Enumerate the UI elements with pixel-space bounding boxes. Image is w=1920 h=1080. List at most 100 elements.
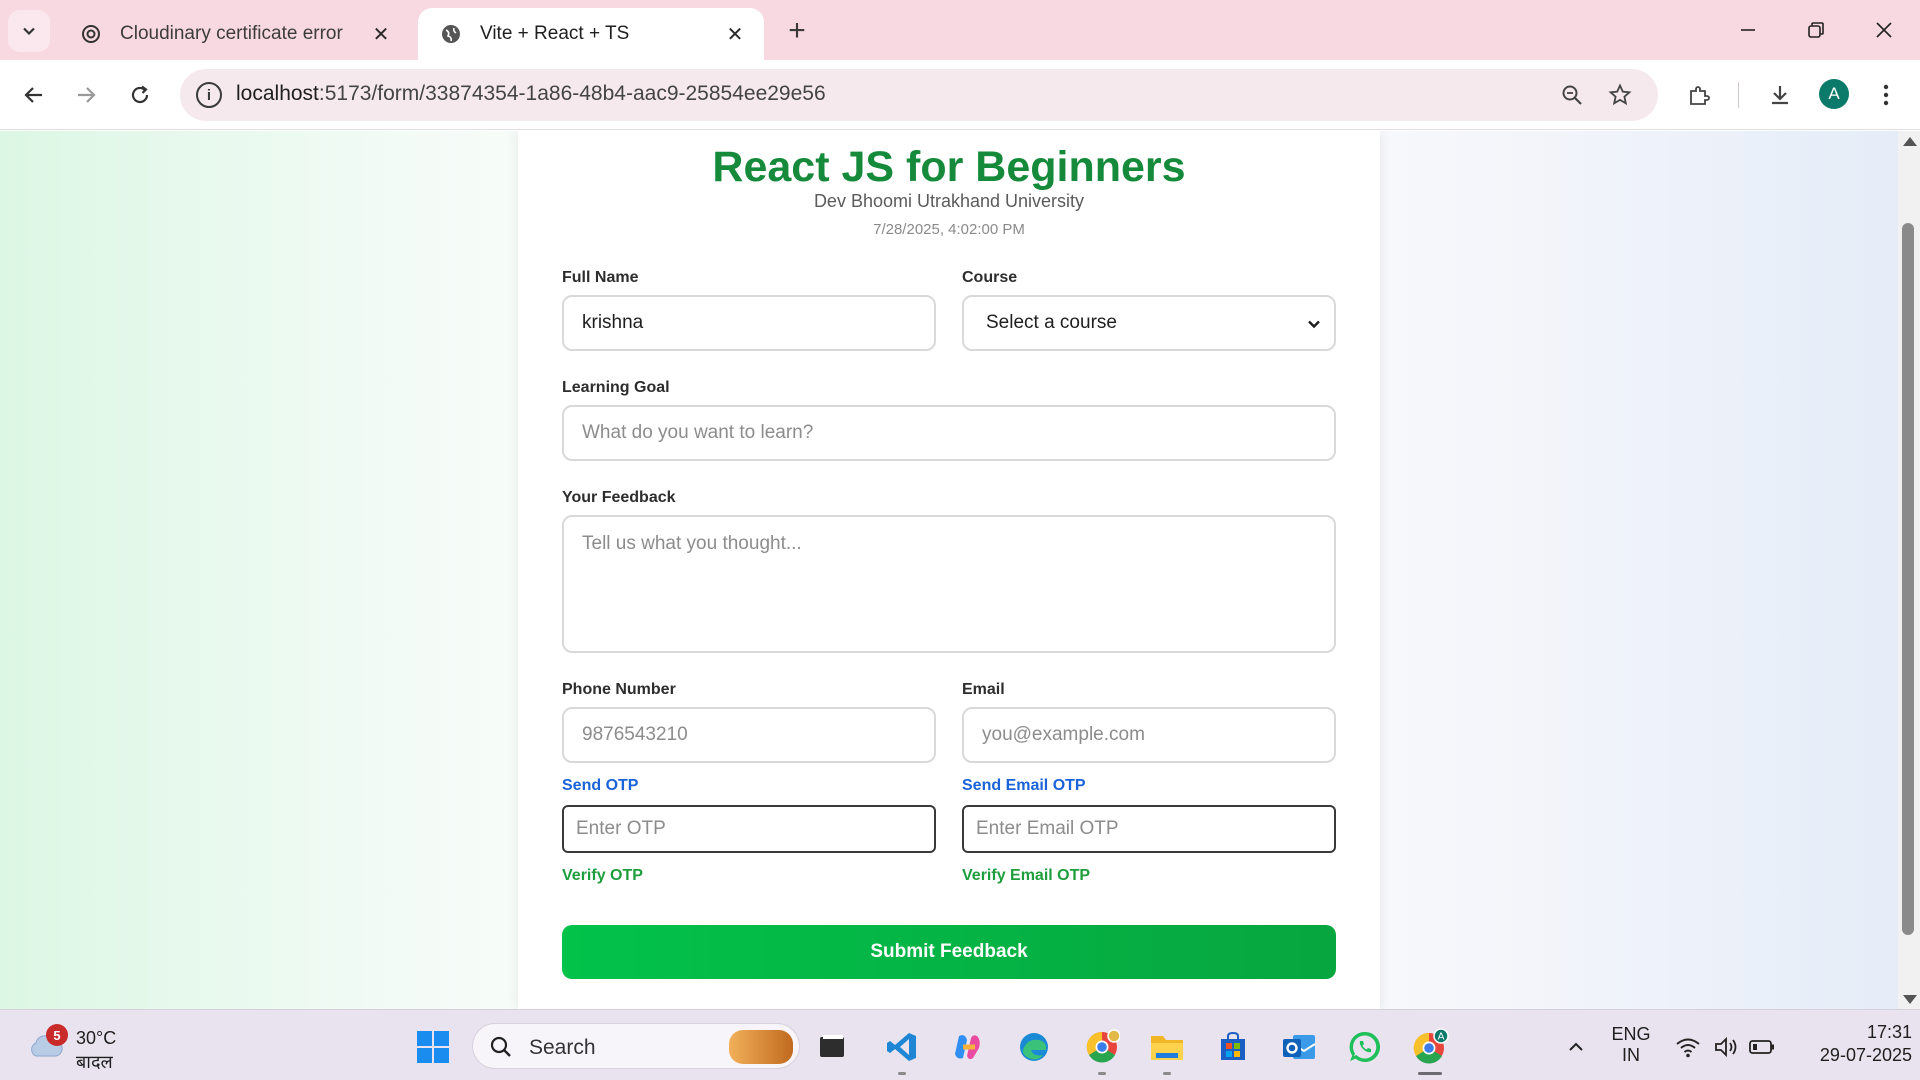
address-bar[interactable]: i localhost:5173/form/33874354-1a86-48b4… [180,69,1658,121]
tab-cloudinary[interactable]: Cloudinary certificate error ✕ [58,8,410,60]
close-icon[interactable]: ✕ [722,21,748,47]
close-icon [1876,22,1892,38]
feedback-placeholder: Tell us what you thought... [582,533,802,554]
back-button[interactable] [14,75,54,115]
full-name-value: krishna [582,312,644,333]
clock-time: 17:31 [1866,1022,1912,1042]
tab-strip: Cloudinary certificate error ✕ Vite + Re… [0,0,1920,60]
outlook-icon[interactable] [1279,1027,1319,1067]
search-label: Search [529,1036,596,1059]
copilot-icon[interactable] [948,1027,988,1067]
chevron-up-icon[interactable] [1556,1027,1596,1067]
tab-vite-react[interactable]: Vite + React + TS ✕ [418,8,764,60]
reload-button[interactable] [120,75,160,115]
tab-title: Vite + React + TS [480,23,630,44]
send-email-otp-link[interactable]: Send Email OTP [962,777,1086,795]
url-text[interactable]: localhost:5173/form/33874354-1a86-48b4-a… [236,82,826,106]
feedback-label: Your Feedback [562,489,676,506]
windows-taskbar: 5 30°C बादल Search A ENG IN 17:31 29-07-… [0,1009,1920,1080]
send-otp-link[interactable]: Send OTP [562,777,638,795]
course-selected-value: Select a course [986,312,1117,333]
taskbar-search[interactable]: Search [472,1023,800,1069]
full-name-input[interactable]: krishna [562,295,936,351]
openai-icon [78,21,104,47]
bookmark-star-icon[interactable] [1604,79,1636,111]
volume-icon[interactable] [1706,1027,1746,1067]
task-view-icon[interactable] [812,1027,852,1067]
email-placeholder: you@example.com [982,724,1145,745]
form-timestamp: 7/28/2025, 4:02:00 PM [873,221,1025,238]
weather-badge: 5 [46,1024,68,1046]
email-otp-placeholder: Enter Email OTP [976,818,1119,839]
clock[interactable]: 17:31 29-07-2025 [1788,1022,1912,1066]
extensions-button[interactable] [1679,75,1719,115]
toolbar-divider [1738,82,1739,108]
globe-icon [438,21,464,47]
profile-avatar[interactable]: A [1819,79,1849,109]
learning-goal-placeholder: What do you want to learn? [582,422,814,443]
course-select[interactable]: Select a course [962,295,1336,351]
phone-input[interactable]: 9876543210 [562,707,936,763]
chevron-down-icon [1308,320,1320,329]
email-otp-input[interactable]: Enter Email OTP [962,805,1336,853]
edge-icon[interactable] [1014,1027,1054,1067]
reload-icon [131,85,149,104]
scroll-up-arrow[interactable] [1903,137,1917,146]
minimize-button[interactable] [1726,10,1770,50]
menu-button[interactable] [1866,75,1906,115]
vscode-icon[interactable] [882,1027,922,1067]
tab-title: Cloudinary certificate error [120,23,343,44]
language-indicator[interactable]: ENG IN [1606,1024,1656,1066]
weather-widget[interactable]: 5 30°C बादल [26,1024,156,1072]
tab-search-button[interactable] [8,10,50,52]
close-icon[interactable]: ✕ [368,21,394,47]
page-scrollbar[interactable] [1898,131,1920,1009]
zoom-icon[interactable] [1556,79,1588,111]
close-window-button[interactable] [1862,10,1906,50]
more-vertical-icon [1883,84,1889,106]
full-name-label: Full Name [562,269,639,286]
svg-text:A: A [1438,1032,1445,1043]
feedback-textarea[interactable]: Tell us what you thought... [562,515,1336,653]
scrollbar-thumb[interactable] [1902,223,1914,935]
email-input[interactable]: you@example.com [962,707,1336,763]
windows-start-icon[interactable] [413,1027,453,1067]
arrow-left-icon [24,87,42,103]
chrome-dev-icon[interactable] [1082,1027,1122,1067]
puzzle-icon [1690,86,1710,105]
chrome-profile-icon[interactable]: A [1410,1027,1450,1067]
weather-temp: 30°C [76,1028,117,1048]
whatsapp-icon[interactable] [1345,1027,1385,1067]
submit-feedback-button[interactable]: Submit Feedback [562,925,1336,979]
chevron-down-icon [23,27,35,36]
search-highlight-image [729,1030,793,1064]
restore-icon [1808,22,1824,38]
downloads-button[interactable] [1760,75,1800,115]
new-tab-button[interactable]: + [780,14,814,48]
restore-button[interactable] [1794,10,1838,50]
learning-goal-input[interactable]: What do you want to learn? [562,405,1336,461]
scroll-down-arrow[interactable] [1903,995,1917,1004]
minimize-icon [1741,29,1755,31]
running-indicator [898,1072,906,1075]
phone-label: Phone Number [562,681,676,698]
microsoft-store-icon[interactable] [1213,1027,1253,1067]
arrow-right-icon [78,87,96,103]
download-icon [1772,86,1788,105]
browser-toolbar: i localhost:5173/form/33874354-1a86-48b4… [0,60,1920,130]
page-viewport: React JS for Beginners Dev Bhoomi Utrakh… [0,131,1920,1009]
course-label: Course [962,269,1018,286]
wifi-icon[interactable] [1668,1027,1708,1067]
verify-email-otp-link[interactable]: Verify Email OTP [962,867,1090,885]
clock-date: 29-07-2025 [1819,1045,1912,1065]
file-explorer-icon[interactable] [1147,1027,1187,1067]
phone-otp-input[interactable]: Enter OTP [562,805,936,853]
forward-button[interactable] [66,75,106,115]
site-info-icon[interactable]: i [196,82,222,108]
weather-condition: बादल [76,1052,113,1072]
battery-icon[interactable] [1742,1027,1782,1067]
verify-otp-link[interactable]: Verify OTP [562,867,643,885]
search-icon [490,1036,511,1057]
phone-placeholder: 9876543210 [582,724,688,745]
active-indicator [1418,1072,1442,1075]
